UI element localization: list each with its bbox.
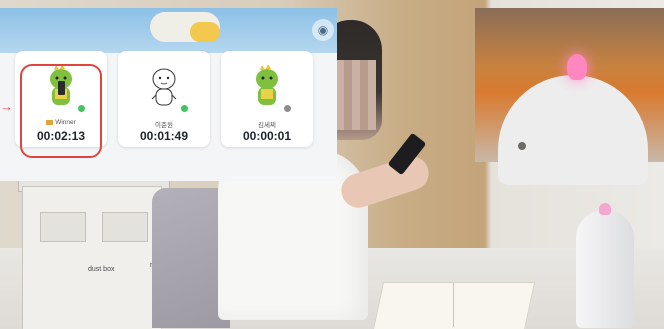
bin-label-dust: dust box xyxy=(88,266,115,273)
bin-slot-left xyxy=(40,212,86,242)
overlay-banner: ◉ xyxy=(0,8,337,53)
player-card-2[interactable]: 이준원 00:01:49 xyxy=(118,51,210,147)
timer-overlay: ◉ Winner 00:02:13 이준원 00:01:49 김세찌 00:00… xyxy=(0,8,337,181)
bin-slot-right xyxy=(102,212,148,242)
player-name: 이준원 xyxy=(155,122,173,129)
banner-toy-accent xyxy=(190,22,220,42)
badge-icon[interactable]: ◉ xyxy=(312,19,334,41)
inset-robot-eye xyxy=(518,142,526,150)
player-card-3[interactable]: 김세찌 00:00:01 xyxy=(221,51,313,147)
status-dot-online xyxy=(181,105,188,112)
robot-lamp xyxy=(576,210,634,328)
arrow-right-icon: → xyxy=(0,99,13,114)
inset-robot-glow xyxy=(567,54,587,80)
pixelated-face xyxy=(336,60,376,130)
status-dot-offline xyxy=(284,105,291,112)
white-character-avatar xyxy=(151,68,177,106)
book-spine xyxy=(453,283,454,327)
player-time: 00:01:49 xyxy=(139,129,189,143)
player-time: 00:00:01 xyxy=(242,129,292,143)
green-dino-avatar xyxy=(256,65,278,105)
robot-lamp-tip xyxy=(599,203,611,215)
open-book xyxy=(372,282,536,329)
player-name: 김세찌 xyxy=(258,122,276,129)
winner-highlight-box xyxy=(20,64,102,158)
trash-bin xyxy=(22,186,162,329)
